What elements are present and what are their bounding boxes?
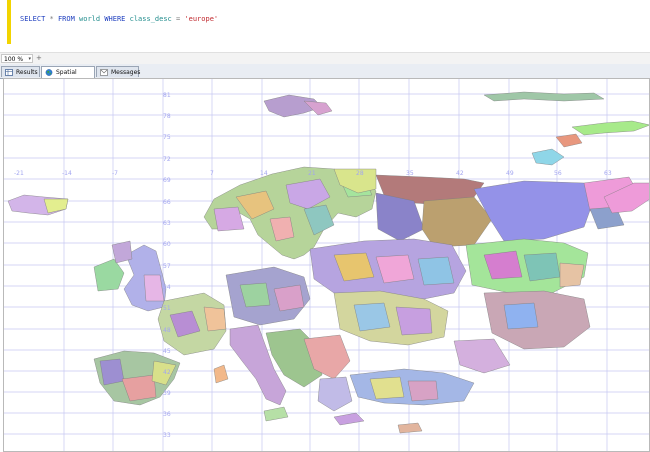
lon-label: 7 bbox=[210, 170, 214, 177]
zoom-select[interactable]: 100 % ▾ bbox=[1, 54, 33, 63]
lon-label: 14 bbox=[260, 170, 268, 177]
tab-label: Results bbox=[16, 69, 38, 76]
globe-icon bbox=[45, 69, 53, 76]
lon-label: 28 bbox=[356, 170, 364, 177]
lat-label: 60 bbox=[163, 241, 171, 248]
query-editor[interactable]: SELECT * FROM world WHERE class_desc = '… bbox=[0, 0, 650, 52]
lat-label: 69 bbox=[163, 177, 171, 184]
message-icon bbox=[100, 69, 108, 76]
lat-label: 63 bbox=[163, 220, 171, 227]
tab-messages[interactable]: Messages bbox=[96, 66, 141, 77]
lat-label: 39 bbox=[163, 390, 171, 397]
keyword-select: SELECT bbox=[20, 15, 46, 23]
lat-label: 51 bbox=[163, 305, 171, 312]
table-name: world bbox=[74, 15, 105, 23]
longitude-labels: -21 -14 -7 7 14 21 28 35 42 49 56 63 bbox=[14, 170, 612, 177]
lat-label: 81 bbox=[163, 92, 171, 99]
grid-icon bbox=[5, 69, 13, 76]
keyword-from: FROM bbox=[57, 15, 75, 23]
europe-regions bbox=[7, 91, 649, 434]
lat-label: 75 bbox=[163, 134, 171, 141]
zoom-in-button[interactable]: + bbox=[36, 53, 42, 63]
change-indicator-bar bbox=[7, 0, 11, 44]
lat-label: 66 bbox=[163, 199, 171, 206]
string-literal: 'europe' bbox=[180, 15, 219, 23]
lat-label: 33 bbox=[163, 432, 171, 439]
lat-label: 42 bbox=[163, 369, 171, 376]
chevron-down-icon: ▾ bbox=[28, 56, 31, 62]
lat-label: 57 bbox=[163, 263, 171, 270]
zoom-value: 100 % bbox=[4, 56, 24, 63]
lon-label: -7 bbox=[112, 170, 118, 177]
keyword-where: WHERE bbox=[104, 15, 126, 23]
zoom-bar: 100 % ▾ + bbox=[0, 52, 650, 64]
lon-label: 35 bbox=[406, 170, 414, 177]
lon-label: 49 bbox=[506, 170, 514, 177]
lon-label: -14 bbox=[62, 170, 72, 177]
column-name: class_desc bbox=[125, 15, 176, 23]
lon-label: 56 bbox=[554, 170, 562, 177]
lon-label: 21 bbox=[308, 170, 316, 177]
tab-results[interactable]: Results bbox=[1, 66, 40, 77]
lon-label: 63 bbox=[604, 170, 612, 177]
map-canvas[interactable]: -21 -14 -7 7 14 21 28 35 42 49 56 63 81 … bbox=[4, 79, 649, 451]
tab-label: Messages bbox=[111, 69, 141, 76]
lat-label: 48 bbox=[163, 327, 171, 334]
operator-star: * bbox=[45, 15, 58, 23]
lon-label: 42 bbox=[456, 170, 464, 177]
lon-label: -21 bbox=[14, 170, 24, 177]
tab-spatial-results[interactable]: Spatial results bbox=[41, 66, 95, 87]
lat-label: 36 bbox=[163, 411, 171, 418]
spatial-map-view[interactable]: -21 -14 -7 7 14 21 28 35 42 49 56 63 81 … bbox=[3, 78, 650, 452]
results-tabstrip: Results Spatial results Messages bbox=[0, 64, 650, 87]
sql-query-line[interactable]: SELECT * FROM world WHERE class_desc = '… bbox=[20, 15, 218, 23]
lat-label: 72 bbox=[163, 156, 171, 163]
lat-label: 45 bbox=[163, 348, 171, 355]
lat-label: 54 bbox=[163, 284, 171, 291]
lat-label: 78 bbox=[163, 113, 171, 120]
